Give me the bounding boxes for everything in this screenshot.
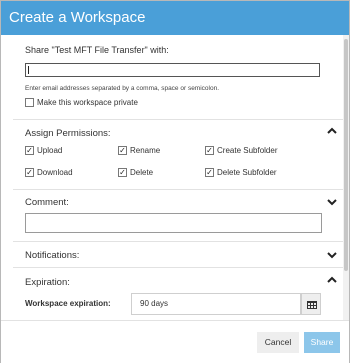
divider [13,241,343,242]
chevron-down-icon[interactable] [327,251,337,259]
chevron-up-icon[interactable] [327,127,337,135]
comment-title: Comment: [25,197,69,208]
create-subfolder-label: Create Subfolder [217,146,278,155]
rename-checkbox[interactable]: ✓ [118,146,127,155]
workspace-expiration-label: Workspace expiration: [25,299,111,308]
divider [13,119,343,120]
text-cursor [28,66,29,74]
calendar-icon [307,301,317,309]
permissions-title: Assign Permissions: [25,128,111,139]
calendar-button[interactable] [301,293,321,315]
delete-checkbox[interactable]: ✓ [118,168,127,177]
scroll-thumb[interactable] [344,39,348,271]
download-checkbox[interactable]: ✓ [25,168,34,177]
download-label: Download [37,168,73,177]
expiration-title: Expiration: [25,277,70,288]
rename-label: Rename [130,146,161,155]
upload-checkbox[interactable]: ✓ [25,146,34,155]
delete-label: Delete [130,168,154,177]
chevron-down-icon[interactable] [327,198,337,206]
dialog-title: Create a Workspace [1,1,349,35]
share-label: Share "Test MFT File Transfer" with: [25,45,169,55]
create-subfolder-checkbox[interactable]: ✓ [205,146,214,155]
expiration-input[interactable]: 90 days [131,293,301,315]
dialog-body: Share "Test MFT File Transfer" with: Ent… [1,35,343,320]
private-checkbox[interactable] [25,98,34,107]
divider [13,267,343,268]
upload-label: Upload [37,146,63,155]
email-hint: Enter email addresses separated by a com… [25,85,220,92]
create-workspace-dialog: Create a Workspace Share "Test MFT File … [0,0,350,363]
cancel-button[interactable]: Cancel [257,332,299,353]
private-label: Make this workspace private [37,98,138,107]
divider [13,189,343,190]
share-button[interactable]: Share [304,332,340,353]
scrollbar[interactable] [343,35,349,320]
dialog-footer: Cancel Share [1,320,349,363]
chevron-up-icon[interactable] [327,276,337,284]
comment-input[interactable] [25,213,322,233]
email-input[interactable] [25,63,320,77]
delete-subfolder-label: Delete Subfolder [217,168,277,177]
notifications-title: Notifications: [25,250,80,261]
delete-subfolder-checkbox[interactable]: ✓ [205,168,214,177]
